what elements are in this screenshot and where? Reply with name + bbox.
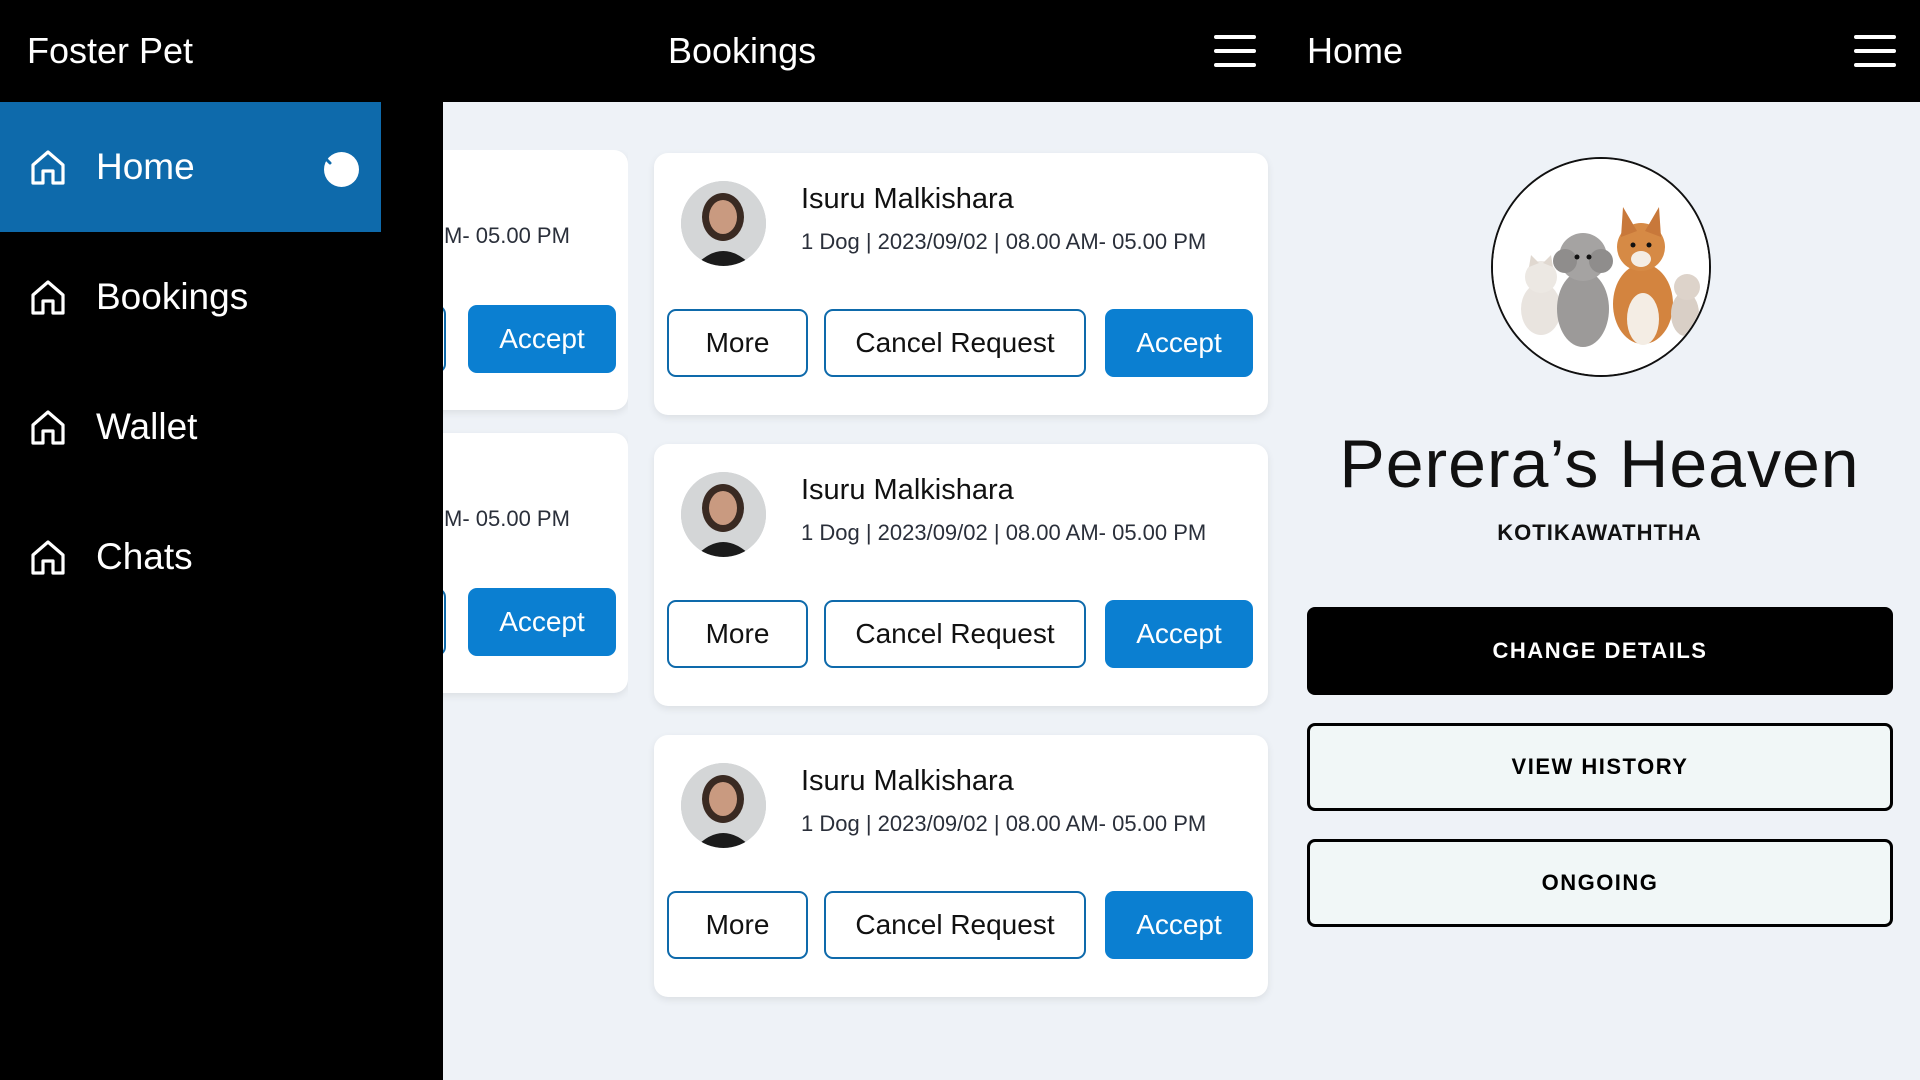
cancel-request-button[interactable]	[443, 588, 446, 656]
cancel-request-button[interactable]: Cancel Request	[824, 309, 1086, 377]
booking-card: Isuru Malkishara 1 Dog | 2023/09/02 | 08…	[654, 153, 1268, 415]
hamburger-menu-icon[interactable]	[1214, 35, 1256, 67]
more-button[interactable]: More	[667, 600, 808, 668]
booking-details: 1 Dog | 2023/09/02 | 08.00 AM- 05.00 PM	[801, 520, 1207, 545]
more-button[interactable]: More	[667, 891, 808, 959]
avatar	[681, 763, 766, 848]
more-button[interactable]: More	[667, 309, 808, 377]
organization-location: KOTIKAWATHTHA	[1497, 520, 1702, 545]
view-history-button[interactable]: VIEW HISTORY	[1307, 723, 1893, 811]
booking-details: M- 05.00 PM	[444, 223, 570, 248]
booking-card-partial: M- 05.00 PM Accept	[443, 150, 628, 410]
profile-picture	[1491, 157, 1711, 377]
bookings-header: Bookings	[443, 0, 1279, 102]
partial-card-column: M- 05.00 PM Accept M- 05.00 PM Accept	[443, 150, 628, 710]
house-icon	[28, 147, 68, 187]
house-icon	[28, 537, 68, 577]
sidebar-item-label: Chats	[96, 536, 193, 577]
sidebar-item-label: Bookings	[96, 276, 249, 317]
cancel-request-button[interactable]: Cancel Request	[824, 891, 1086, 959]
hamburger-menu-icon[interactable]	[1854, 35, 1896, 67]
organization-name: Perera’s Heaven	[1339, 426, 1860, 502]
house-icon	[28, 407, 68, 447]
booking-details: M- 05.00 PM	[444, 506, 570, 531]
sidebar-item-chats[interactable]: Chats	[0, 492, 443, 622]
sidebar-panel: Foster Pet Home Bookings Wallet Chats	[0, 0, 443, 1080]
customer-name: Isuru Malkishara	[801, 765, 1014, 797]
page-title: Bookings	[668, 30, 817, 71]
sidebar-item-label: Wallet	[96, 406, 198, 447]
customer-name: Isuru Malkishara	[801, 183, 1014, 215]
booking-details: 1 Dog | 2023/09/02 | 08.00 AM- 05.00 PM	[801, 811, 1207, 836]
page-title: Home	[1307, 30, 1404, 71]
sidebar-item-wallet[interactable]: Wallet	[0, 362, 443, 492]
app-title: Foster Pet	[27, 30, 194, 71]
house-icon	[28, 277, 68, 317]
cancel-request-button[interactable]: Cancel Request	[824, 600, 1086, 668]
change-details-button[interactable]: CHANGE DETAILS	[1307, 607, 1893, 695]
avatar	[681, 181, 766, 266]
sidebar-nav: Home Bookings Wallet Chats	[0, 102, 443, 622]
accept-button[interactable]: Accept	[1105, 309, 1253, 377]
app-screen: Foster Pet Home Bookings Wallet Chats Bo…	[0, 0, 1920, 1080]
home-header: Home	[1279, 0, 1920, 102]
customer-name: Isuru Malkishara	[801, 474, 1014, 506]
ongoing-button[interactable]: ONGOING	[1307, 839, 1893, 927]
cancel-request-button[interactable]	[443, 305, 446, 373]
booking-details: 1 Dog | 2023/09/02 | 08.00 AM- 05.00 PM	[801, 229, 1207, 254]
booking-card: Isuru Malkishara 1 Dog | 2023/09/02 | 08…	[654, 444, 1268, 706]
sidebar-item-bookings[interactable]: Bookings	[0, 232, 443, 362]
chevron-left-icon	[320, 150, 336, 190]
accept-button[interactable]: Accept	[1105, 891, 1253, 959]
sidebar-item-label: Home	[96, 146, 195, 187]
booking-card: Isuru Malkishara 1 Dog | 2023/09/02 | 08…	[654, 735, 1268, 997]
sidebar-item-home[interactable]: Home	[0, 102, 381, 232]
accept-button[interactable]: Accept	[468, 305, 616, 373]
collapse-sidebar-button[interactable]	[323, 151, 359, 187]
accept-button[interactable]: Accept	[1105, 600, 1253, 668]
booking-card-partial: M- 05.00 PM Accept	[443, 433, 628, 693]
accept-button[interactable]: Accept	[468, 588, 616, 656]
avatar	[681, 472, 766, 557]
